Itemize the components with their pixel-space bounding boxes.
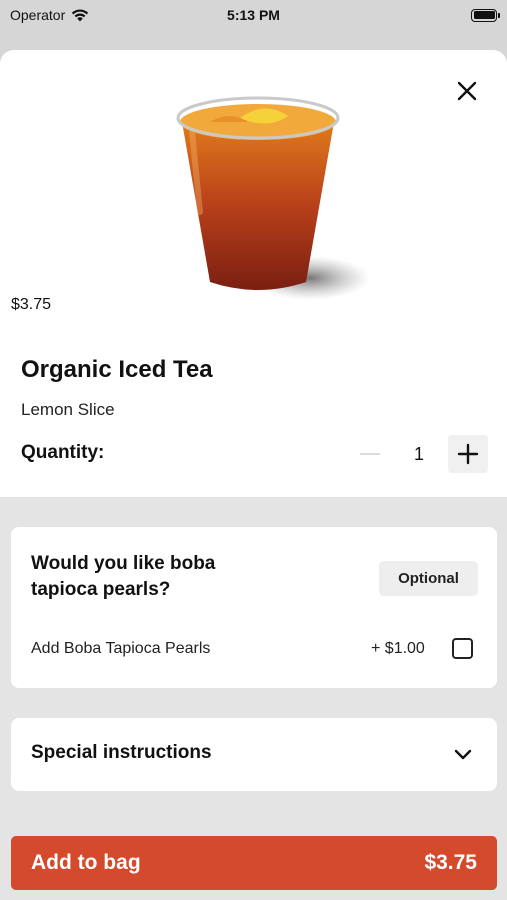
special-instructions-label: Special instructions bbox=[31, 742, 212, 763]
boba-options-card: Would you like boba tapioca pearls? Opti… bbox=[11, 527, 497, 688]
increase-quantity-button[interactable] bbox=[448, 435, 488, 473]
plus-icon bbox=[457, 443, 479, 465]
product-sheet: $3.75 Organic Iced Tea Lemon Slice Quant… bbox=[0, 50, 507, 900]
quantity-value: 1 bbox=[413, 443, 424, 464]
add-to-bag-label: Add to bag bbox=[31, 851, 141, 874]
special-instructions-card[interactable]: Special instructions bbox=[11, 718, 497, 791]
decrease-quantity-button[interactable] bbox=[356, 434, 384, 474]
wifi-icon bbox=[72, 9, 89, 22]
chevron-down-icon bbox=[454, 749, 472, 760]
carrier-label: Operator bbox=[10, 7, 66, 23]
minus-icon bbox=[360, 453, 380, 455]
optional-badge: Optional bbox=[379, 561, 478, 596]
quantity-label: Quantity: bbox=[21, 442, 105, 463]
product-title: Organic Iced Tea bbox=[21, 356, 213, 383]
iced-tea-image bbox=[176, 96, 370, 300]
add-to-bag-button[interactable]: Add to bag $3.75 bbox=[11, 836, 497, 890]
add-to-bag-price: $3.75 bbox=[424, 851, 477, 874]
close-icon bbox=[457, 81, 477, 101]
status-bar: Operator 5:13 PM bbox=[0, 0, 507, 30]
boba-question: Would you like boba tapioca pearls? bbox=[31, 553, 216, 600]
carrier-group: Operator bbox=[10, 7, 89, 23]
price-tag: $3.75 bbox=[11, 296, 52, 313]
boba-option-price: + $1.00 bbox=[371, 640, 425, 657]
product-description: Lemon Slice bbox=[21, 400, 115, 419]
boba-checkbox[interactable] bbox=[452, 638, 473, 659]
battery-icon bbox=[471, 8, 500, 22]
product-header: $3.75 Organic Iced Tea Lemon Slice Quant… bbox=[0, 50, 507, 497]
quantity-stepper: 1 bbox=[356, 434, 488, 474]
boba-option-label: Add Boba Tapioca Pearls bbox=[31, 640, 211, 657]
close-button[interactable] bbox=[452, 76, 482, 106]
